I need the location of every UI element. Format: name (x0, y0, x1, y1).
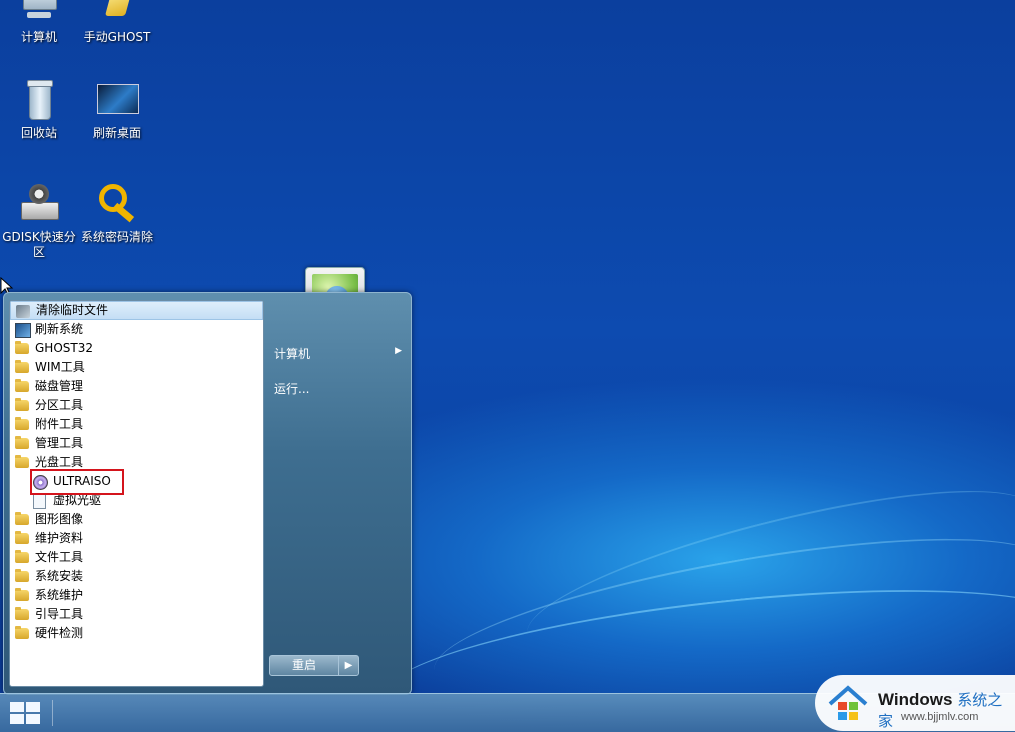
program-item-label: 管理工具 (35, 436, 84, 450)
right-pane-run-label: 运行... (274, 382, 310, 396)
folder-icon (15, 626, 29, 639)
program-folder-wim[interactable]: WIM工具 (10, 358, 263, 377)
program-item-label: 硬件检测 (35, 626, 84, 640)
program-item-label: 刷新系统 (35, 322, 84, 336)
program-item-label: WIM工具 (35, 360, 85, 374)
watermark-title: Windows 系统之家 (878, 689, 1015, 731)
desktop-icon-refresh-desktop[interactable]: 刷新桌面 (78, 78, 156, 141)
chevron-right-icon: ▶ (395, 346, 402, 356)
program-item-label: GHOST32 (35, 341, 93, 355)
folder-icon (15, 569, 29, 582)
desktop-icon-label: 手动GHOST (83, 30, 151, 44)
right-pane-run[interactable]: 运行... (274, 380, 309, 397)
program-item-clear-temp[interactable]: 清除临时文件 (10, 301, 263, 320)
program-item-label: 图形图像 (35, 512, 84, 526)
program-folder-partition-tools[interactable]: 分区工具 (10, 396, 263, 415)
key-icon (95, 182, 139, 226)
program-folder-graphics[interactable]: 图形图像 (10, 510, 263, 529)
gdisk-icon (17, 182, 61, 226)
desktop-icon-recycle-bin[interactable]: 回收站 (0, 78, 78, 141)
watermark-url: www.bjjmlv.com (901, 711, 979, 723)
watermark: Windows 系统之家 www.bjjmlv.com (815, 675, 1015, 731)
start-menu: 清除临时文件 刷新系统 GHOST32 WIM工具 磁盘管理 分区工具 附件工具 (3, 292, 412, 695)
desktop-icon-label: 计算机 (20, 30, 57, 44)
house-logo-icon (828, 685, 868, 720)
program-item-label: 清除临时文件 (36, 303, 109, 317)
folder-icon (15, 417, 29, 430)
folder-icon (15, 550, 29, 563)
folder-icon (15, 455, 29, 468)
program-folder-disk-management[interactable]: 磁盘管理 (10, 377, 263, 396)
computer-icon (17, 0, 61, 26)
program-item-label: 引导工具 (35, 607, 84, 621)
program-item-label: 文件工具 (35, 550, 84, 564)
watermark-title-en: Windows (878, 690, 953, 709)
program-list: 清除临时文件 刷新系统 GHOST32 WIM工具 磁盘管理 分区工具 附件工具 (9, 300, 264, 687)
monitor-icon (15, 323, 31, 338)
refresh-desktop-icon (95, 78, 139, 122)
folder-icon (15, 512, 29, 525)
program-item-refresh-system[interactable]: 刷新系统 (10, 320, 263, 339)
desktop-icon-label: 系统密码清除 (80, 230, 153, 244)
program-item-label: 维护资料 (35, 531, 84, 545)
folder-icon (15, 531, 29, 544)
taskbar-separator (52, 700, 53, 726)
desktop-icon-password-clear[interactable]: 系统密码清除 (78, 182, 156, 245)
folder-icon (15, 588, 29, 601)
broom-icon (16, 305, 30, 318)
program-item-label: 系统安装 (35, 569, 84, 583)
folder-icon (15, 360, 29, 373)
program-item-label: 磁盘管理 (35, 379, 84, 393)
program-folder-system-maintenance[interactable]: 系统维护 (10, 586, 263, 605)
restart-button[interactable]: 重启 (269, 655, 339, 676)
start-menu-right-pane: 计算机 ▶ 运行... (266, 293, 411, 694)
folder-icon (15, 607, 29, 620)
program-item-label: 分区工具 (35, 398, 84, 412)
restart-options-button[interactable]: ▶ (338, 655, 359, 676)
program-folder-boot-tools[interactable]: 引导工具 (10, 605, 263, 624)
program-item-label: 附件工具 (35, 417, 84, 431)
program-folder-accessory-tools[interactable]: 附件工具 (10, 415, 263, 434)
folder-icon (15, 379, 29, 392)
desktop-icon-gdisk[interactable]: GDISK快速分区 (0, 182, 78, 260)
program-folder-file-tools[interactable]: 文件工具 (10, 548, 263, 567)
desktop-icon-label: 刷新桌面 (92, 126, 141, 140)
program-folder-maintenance-docs[interactable]: 维护资料 (10, 529, 263, 548)
folder-icon (15, 436, 29, 449)
desktop-icon-label: 回收站 (20, 126, 57, 140)
recycle-bin-icon (17, 78, 61, 122)
right-pane-computer-label: 计算机 (274, 347, 311, 361)
folder-icon (15, 341, 29, 354)
program-folder-system-install[interactable]: 系统安装 (10, 567, 263, 586)
desktop-icon-computer[interactable]: 计算机 (0, 0, 78, 45)
start-button[interactable] (10, 702, 42, 726)
program-folder-hardware-detect[interactable]: 硬件检测 (10, 624, 263, 643)
program-item-label: 虚拟光驱 (53, 493, 102, 507)
program-folder-ghost32[interactable]: GHOST32 (10, 339, 263, 358)
program-item-label: 光盘工具 (35, 455, 84, 469)
right-pane-computer[interactable]: 计算机 ▶ (274, 345, 402, 362)
program-folder-admin-tools[interactable]: 管理工具 (10, 434, 263, 453)
folder-icon (15, 398, 29, 411)
desktop-icon-manual-ghost[interactable]: 手动GHOST (78, 0, 156, 45)
ghost-icon (95, 0, 139, 26)
virtual-drive-icon (33, 494, 46, 509)
desktop-icon-label: GDISK快速分区 (2, 230, 76, 259)
highlight-box (30, 469, 124, 495)
program-item-label: 系统维护 (35, 588, 84, 602)
